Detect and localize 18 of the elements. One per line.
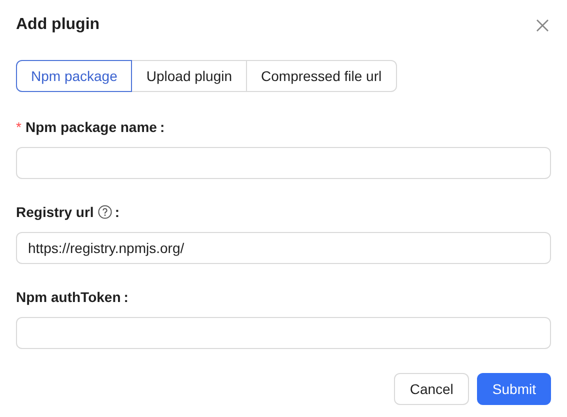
tab[interactable]: Npm package bbox=[16, 60, 132, 92]
label-colon: : bbox=[114, 202, 120, 222]
tab[interactable]: Upload plugin bbox=[131, 60, 248, 92]
dialog-title: Add plugin bbox=[16, 15, 100, 35]
close-icon[interactable] bbox=[536, 18, 549, 32]
text-field[interactable] bbox=[16, 317, 551, 349]
label-colon: : bbox=[160, 118, 165, 136]
field-label: Npm authToken bbox=[16, 288, 121, 307]
submit-button[interactable]: Submit bbox=[477, 373, 551, 405]
required-mark: * bbox=[16, 118, 22, 136]
text-field[interactable]: https://registry.npmjs.org/ bbox=[16, 232, 551, 264]
tab[interactable]: Compressed file url bbox=[246, 60, 397, 92]
text-field[interactable] bbox=[16, 147, 551, 179]
help-icon[interactable] bbox=[98, 205, 112, 219]
cancel-button[interactable]: Cancel bbox=[394, 373, 470, 405]
field-label: Registry url bbox=[16, 202, 94, 222]
label-colon: : bbox=[124, 288, 128, 306]
field-label: Npm package name bbox=[25, 118, 157, 137]
